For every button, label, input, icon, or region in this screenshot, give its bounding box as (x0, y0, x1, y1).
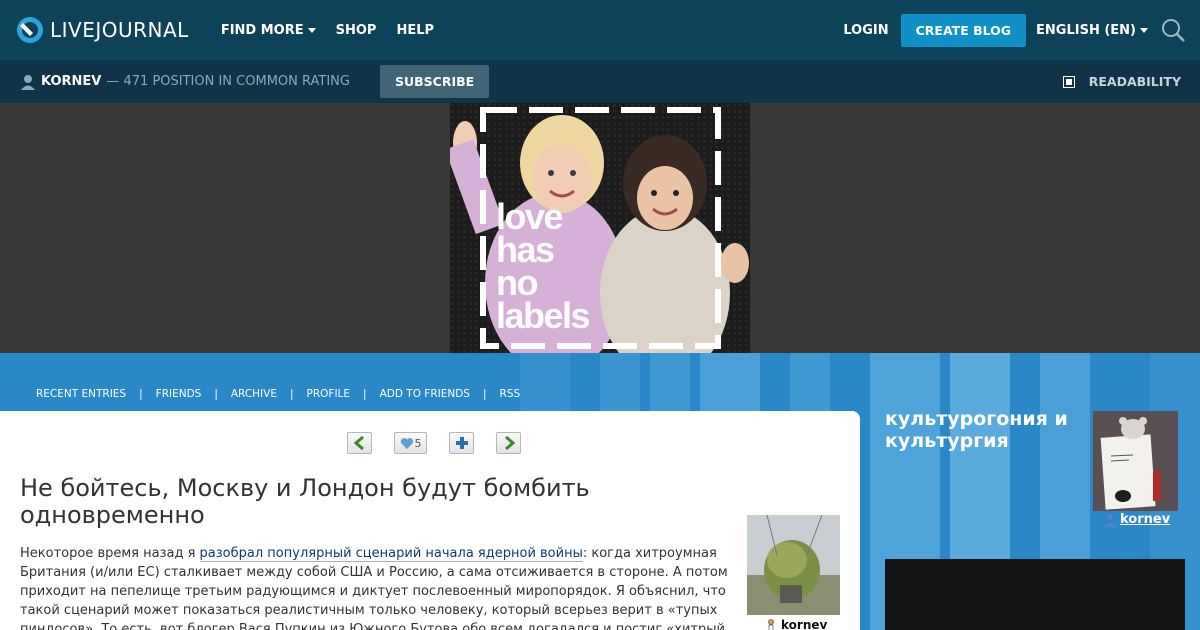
entry-author-name: kornev (781, 618, 828, 630)
journal-username[interactable]: KORNEV (41, 74, 101, 89)
nav-friends[interactable]: FRIENDS (156, 388, 202, 400)
next-entry-button[interactable] (496, 432, 521, 454)
journal-info-bar: KORNEV — 471 POSITION IN COMMON RATING S… (0, 60, 1200, 103)
like-button[interactable]: 5 (394, 432, 427, 454)
nav-recent-entries[interactable]: RECENT ENTRIES (36, 388, 126, 400)
entry-card: 5 Не бойтесь, Москву и Лондон будут бомб… (0, 411, 860, 630)
add-to-memories-button[interactable] (449, 432, 474, 454)
chevron-down-icon (1140, 27, 1148, 33)
user-icon (21, 74, 35, 90)
ad-text-line: labels (496, 295, 591, 336)
entry-author[interactable]: kornev (766, 618, 827, 630)
nav-archive[interactable]: ARCHIVE (231, 388, 277, 400)
top-right-actions: LOGIN CREATE BLOG ENGLISH (EN) (843, 13, 1200, 47)
advertisement-banner[interactable]: love has no labels (450, 103, 750, 353)
arrow-left-icon (353, 436, 364, 450)
menu-shop[interactable]: SHOP (336, 23, 377, 38)
journal-userpic[interactable] (1093, 411, 1178, 511)
journal-title: культурогония и культургия (885, 408, 1068, 452)
sidebar-ad-block (885, 559, 1185, 630)
nav-separator: | (363, 388, 367, 400)
menu-find-more-label: FIND MORE (220, 22, 304, 38)
readability-label: READABILITY (1088, 74, 1181, 89)
previous-entry-button[interactable] (347, 432, 372, 454)
user-icon (1104, 513, 1116, 527)
ad-band: love has no labels (0, 103, 1200, 353)
journal-rating: — 471 POSITION IN COMMON RATING (106, 74, 350, 89)
entry-title: Не бойтесь, Москву и Лондон будут бомбит… (20, 474, 590, 529)
entry-toolbar: 5 (347, 432, 543, 454)
journal-userpic-image (1093, 411, 1178, 511)
menu-help-label: HELP (396, 22, 435, 38)
entry-userpic[interactable] (747, 515, 840, 615)
entry-body-text: Некоторое время назад я (20, 546, 200, 561)
readability-checkbox[interactable] (1062, 75, 1075, 88)
menu-find-more[interactable]: FIND MORE (221, 23, 316, 38)
language-selector[interactable]: ENGLISH (EN) (1036, 23, 1148, 38)
search-icon[interactable] (1160, 17, 1186, 43)
main-menu: FIND MORE SHOP HELP (221, 23, 454, 38)
entry-body-link[interactable]: разобрал популярный сценарий начала ядер… (199, 546, 583, 562)
plus-icon (455, 437, 468, 449)
login-link[interactable]: LOGIN (843, 23, 888, 38)
nav-add-to-friends[interactable]: ADD TO FRIENDS (380, 388, 470, 400)
ad-image (450, 103, 750, 353)
heart-icon (400, 437, 413, 449)
ad-text: love has no labels (496, 199, 591, 336)
create-blog-button[interactable]: CREATE BLOG (900, 13, 1027, 47)
nav-separator: | (289, 388, 294, 400)
journal-owner-link[interactable]: kornev (1103, 512, 1170, 527)
nav-profile[interactable]: PROFILE (307, 388, 351, 400)
journal-navigation: RECENT ENTRIES | FRIENDS | ARCHIVE | PRO… (36, 388, 520, 400)
nav-rss[interactable]: RSS (500, 388, 521, 400)
livejournal-logo-icon (17, 17, 43, 43)
livejournal-logo[interactable]: LIVEJOURNAL (16, 16, 189, 44)
logo-text: LIVEJOURNAL (50, 18, 189, 42)
journal-owner-name: kornev (1120, 512, 1171, 527)
language-label: ENGLISH (EN) (1036, 22, 1136, 38)
subscribe-button[interactable]: SUBSCRIBE (379, 65, 490, 98)
menu-shop-label: SHOP (335, 22, 377, 38)
nav-separator: | (139, 388, 143, 400)
menu-help[interactable]: HELP (396, 23, 434, 38)
chevron-down-icon (307, 27, 316, 33)
user-icon (768, 619, 774, 630)
entry-body: Некоторое время назад я разобрал популяр… (20, 544, 728, 630)
nav-separator: | (214, 388, 218, 400)
readability-toggle[interactable]: READABILITY (1062, 74, 1181, 89)
nav-separator: | (482, 388, 487, 400)
top-navigation-bar: LIVEJOURNAL FIND MORE SHOP HELP LOGIN CR… (0, 0, 1200, 60)
like-count: 5 (414, 436, 422, 450)
arrow-right-icon (504, 436, 515, 450)
